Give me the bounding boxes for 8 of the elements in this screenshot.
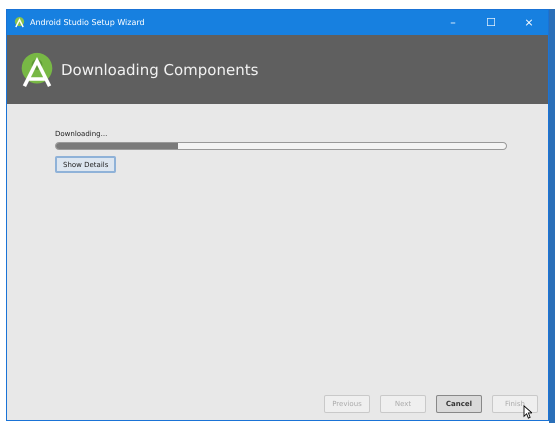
android-studio-logo xyxy=(19,52,55,88)
android-icon xyxy=(14,17,25,28)
window-title: Android Studio Setup Wizard xyxy=(30,18,145,27)
mouse-pointer-icon xyxy=(523,405,532,419)
page-heading: Downloading Components xyxy=(61,60,258,78)
close-button[interactable]: × xyxy=(510,16,548,29)
minimize-button[interactable]: – xyxy=(434,16,472,29)
maximize-button[interactable]: ☐ xyxy=(472,16,510,29)
